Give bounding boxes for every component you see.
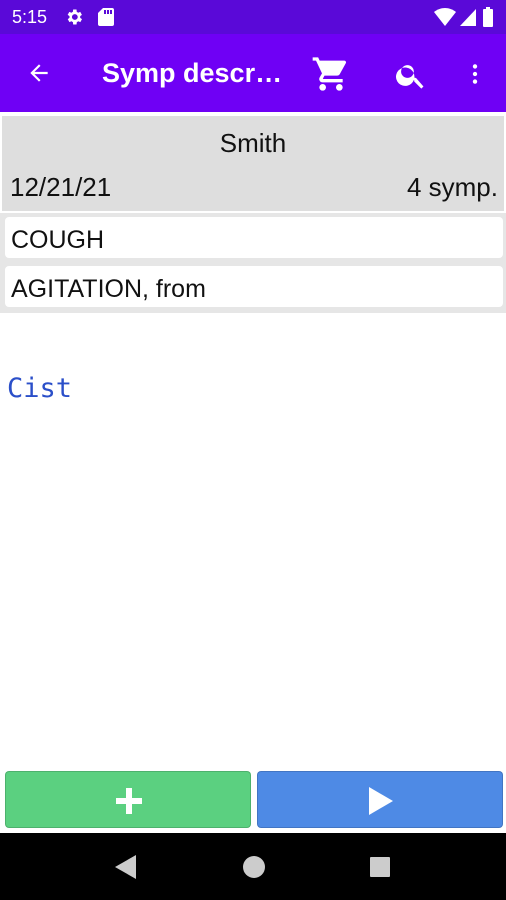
status-bar: 5:15 — [0, 0, 506, 34]
back-triangle-icon[interactable] — [114, 854, 138, 880]
search-icon[interactable] — [394, 58, 428, 92]
symptom-label: COUGH — [11, 226, 105, 254]
symptom-label: AGITATION, from — [11, 275, 206, 303]
back-arrow-icon[interactable] — [26, 60, 52, 86]
cart-icon[interactable] — [310, 54, 352, 94]
patient-name: Smith — [219, 128, 287, 158]
battery-icon — [483, 7, 493, 27]
recents-square-icon[interactable] — [369, 856, 391, 878]
list-item[interactable]: COUGH — [5, 217, 503, 258]
page-title: Symp descri… — [102, 58, 286, 88]
symptom-count: 4 symp. — [406, 172, 498, 202]
home-circle-icon[interactable] — [242, 855, 266, 879]
patient-header: Smith 12/21/21 4 symp. — [2, 116, 504, 211]
visit-date: 12/21/21 — [10, 172, 112, 202]
sd-card-icon — [98, 8, 114, 26]
symptom-list: COUGH AGITATION, from — [0, 213, 506, 313]
app-bar: Symp descri… — [0, 34, 506, 112]
play-button[interactable] — [257, 771, 503, 828]
signal-icon — [460, 9, 476, 26]
more-vert-icon[interactable] — [462, 60, 488, 88]
note-text[interactable]: Cist — [7, 373, 72, 404]
status-time: 5:15 — [12, 7, 48, 27]
system-nav-bar — [0, 833, 506, 900]
play-icon — [369, 787, 393, 815]
gear-icon — [67, 9, 82, 25]
wifi-icon — [434, 8, 456, 26]
plus-icon — [116, 788, 142, 814]
add-button[interactable] — [5, 771, 251, 828]
list-item[interactable]: AGITATION, from — [5, 266, 503, 307]
